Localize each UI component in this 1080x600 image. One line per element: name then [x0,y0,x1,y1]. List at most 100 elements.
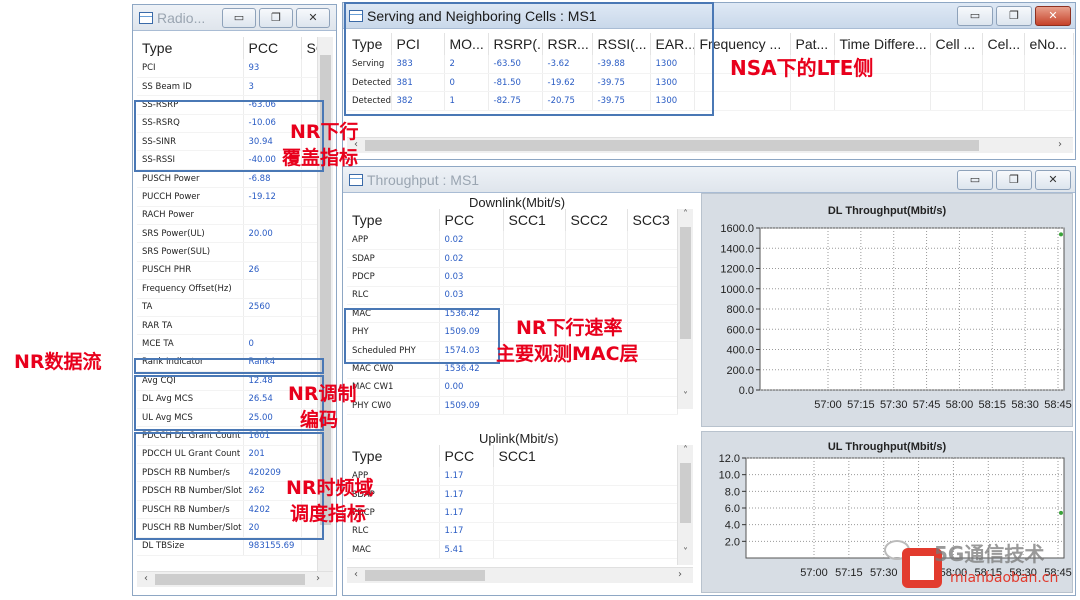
table-row[interactable]: SDAP 0.02 [347,249,678,269]
maximize-button[interactable]: ❐ [996,6,1032,26]
uplink-vertical-scrollbar[interactable]: ˄ ˅ [677,445,693,565]
table-row[interactable]: MAC CW1 0.00 [347,378,678,398]
row-value [243,206,302,226]
uplink-table-header: Type PCC SCC1 [347,445,678,467]
scroll-left-icon[interactable]: ‹ [351,569,361,580]
scroll-thumb[interactable] [155,574,305,585]
scroll-down-icon[interactable]: ˅ [678,391,693,402]
row-label: PUSCH PHR [137,261,244,281]
row-value: 0.03 [439,267,504,287]
table-row[interactable]: PDCP 1.17 [347,503,678,523]
scroll-left-icon[interactable]: ‹ [141,573,151,584]
table-row[interactable]: PHY CW0 1509.09 [347,396,678,416]
row-label: SDAP [347,249,440,269]
table-row[interactable]: RLC 0.03 [347,286,678,306]
row-label: SRS Power(UL) [137,224,244,244]
column-header[interactable]: SCC2 [565,209,628,231]
column-header[interactable]: SC [301,37,318,59]
column-header[interactable]: SCC1 [493,445,678,467]
row-label: PUCCH Power [137,187,244,207]
row-label: PCI [137,59,244,78]
x-tick-label: 57:00 [814,399,842,411]
table-row[interactable]: PUSCH PHR 26 [137,261,318,281]
table-row[interactable]: PCI 93 [137,59,318,78]
scroll-up-icon[interactable]: ˄ [678,209,693,220]
y-tick-label: 1000.0 [720,284,754,296]
table-row[interactable]: SRS Power(UL) 20.00 [137,224,318,244]
radio-horizontal-scrollbar[interactable]: ‹ › [137,571,333,587]
table-row[interactable]: MAC 5.41 [347,540,678,560]
column-header[interactable]: Type [347,445,440,467]
column-header[interactable]: Pat... [790,33,835,55]
row-value [243,316,302,336]
column-header[interactable]: PCC [439,445,494,467]
row-value: 1.17 [439,503,494,523]
annotation-nr-rate-line1: NR下行速率 [516,317,623,339]
column-header[interactable]: Time Differe... [834,33,931,55]
row-value-scc [301,206,318,226]
column-header[interactable]: Cel... [982,33,1025,55]
column-header[interactable]: Cell ... [930,33,983,55]
table-row[interactable]: TA 2560 [137,298,318,317]
scroll-right-icon[interactable]: › [313,573,323,584]
column-header[interactable]: PCC [243,37,302,59]
table-row[interactable]: MCE TA 0 [137,334,318,354]
empty-cell [930,55,983,74]
column-header[interactable]: PCC [439,209,504,231]
highlight-mac-rate [344,308,500,364]
table-row[interactable]: RLC 1.17 [347,522,678,542]
column-header[interactable]: SCC3 [627,209,678,231]
minimize-button[interactable]: ▭ [957,6,993,26]
table-row[interactable]: RAR TA [137,316,318,336]
empty-cell [627,322,678,342]
throughput-titlebar[interactable]: Throughput : MS1 ▭ ❐ ✕ [343,167,1075,193]
minimize-button[interactable]: ▭ [957,170,993,190]
column-header[interactable]: SCC1 [503,209,566,231]
scroll-thumb[interactable] [680,463,691,523]
table-row[interactable]: APP 0.02 [347,231,678,250]
close-button[interactable]: ✕ [296,8,330,28]
table-row[interactable]: PUCCH Power -19.12 [137,187,318,207]
empty-cell [930,73,983,93]
column-header[interactable]: Type [137,37,244,59]
close-button[interactable]: ✕ [1035,6,1071,26]
scroll-thumb[interactable] [365,570,485,581]
table-row[interactable]: SDAP 1.17 [347,485,678,505]
row-value [243,279,302,299]
table-row[interactable]: Frequency Offset(Hz) [137,279,318,299]
annotation-nr-sched-line1: NR时频域 [286,477,374,499]
row-value: 2560 [243,298,302,317]
radio-titlebar[interactable]: Radio... ▭ ❐ ✕ [133,5,336,31]
maximize-button[interactable]: ❐ [996,170,1032,190]
downlink-vertical-scrollbar[interactable]: ˄ ˅ [677,209,693,409]
radio-table-header: Type PCC SC [137,37,318,59]
row-value: 0 [243,334,302,354]
empty-cell [565,249,628,269]
maximize-button[interactable]: ❐ [259,8,293,28]
scroll-thumb[interactable] [365,140,979,151]
scroll-right-icon[interactable]: › [1055,139,1065,150]
scroll-down-icon[interactable]: ˅ [678,547,693,558]
table-row[interactable]: PUSCH Power -6.88 [137,169,318,189]
empty-cell [790,91,835,111]
window-icon [139,11,153,24]
scroll-right-icon[interactable]: › [675,569,685,580]
table-row[interactable]: RACH Power [137,206,318,226]
empty-cell [503,378,566,398]
empty-cell [627,304,678,324]
table-row[interactable]: SS Beam ID 3 [137,77,318,97]
scroll-thumb[interactable] [680,227,691,339]
table-row[interactable]: APP 1.17 [347,467,678,486]
y-tick-label: 4.0 [725,520,740,532]
uplink-horizontal-scrollbar[interactable]: ‹ › [347,567,693,583]
cells-horizontal-scrollbar[interactable]: ‹ › [347,137,1073,153]
table-row[interactable]: PDCP 0.03 [347,267,678,287]
scroll-up-icon[interactable]: ˄ [678,445,693,456]
close-button[interactable]: ✕ [1035,170,1071,190]
column-header[interactable]: Type [347,209,440,231]
table-row[interactable]: SRS Power(SUL) [137,242,318,262]
row-label: PHY CW0 [347,396,440,416]
minimize-button[interactable]: ▭ [222,8,256,28]
row-label: SS Beam ID [137,77,244,97]
column-header[interactable]: eNo... [1024,33,1074,55]
